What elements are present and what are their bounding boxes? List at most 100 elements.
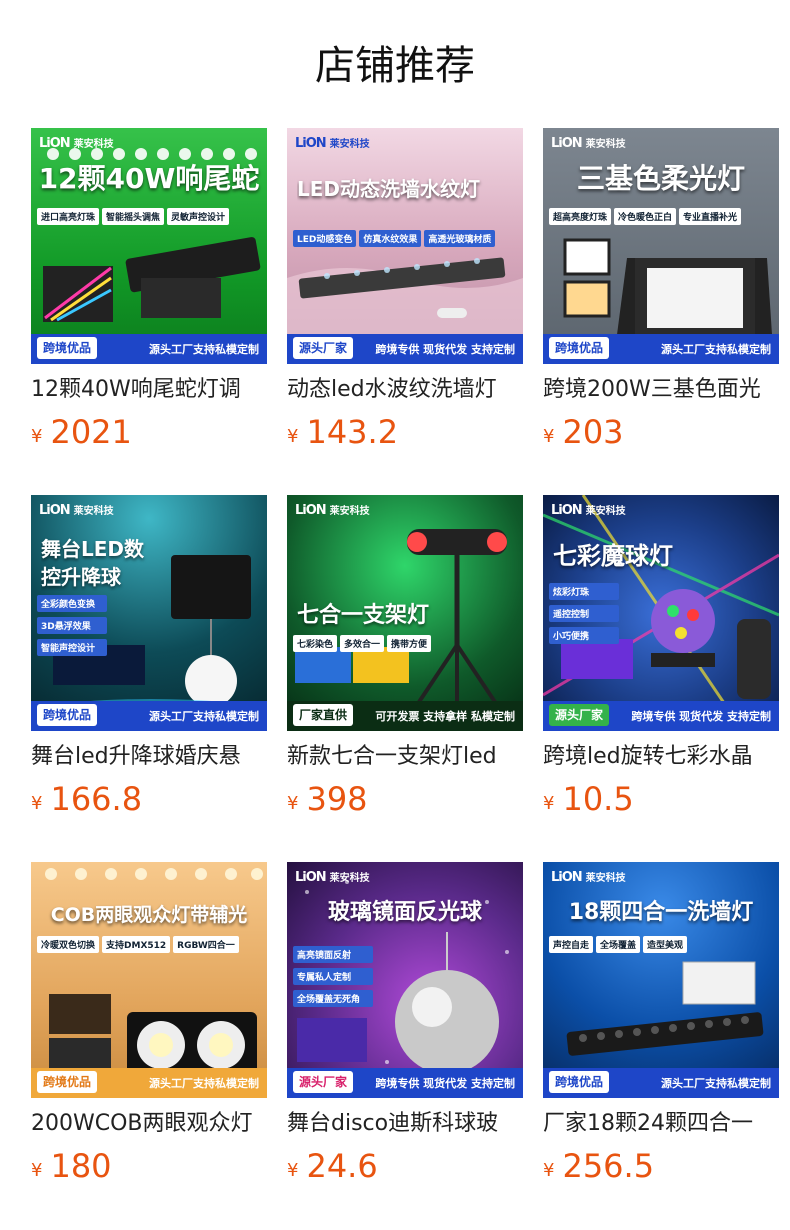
image-badge: 跨境优品 bbox=[37, 337, 98, 359]
image-tag: 全场覆盖 bbox=[596, 936, 641, 953]
image-tags: 炫彩灯珠 遥控控制 小巧便携 bbox=[549, 583, 773, 649]
product-image[interactable]: LiON 莱安科技 12颗40W响尾蛇 进口高亮灯珠 智能摇头调焦 灵敏声控设计 跨境… bbox=[31, 128, 267, 364]
product-card[interactable]: LiON 莱安科技 LED动态洗墙水纹灯 LED动感变色 仿真水纹效果 高透光玻璃材质… bbox=[287, 128, 523, 457]
image-tag: 高亮镜面反射 bbox=[293, 946, 373, 963]
image-tags: 高亮镜面反射 专属私人定制 全场覆盖无死角 bbox=[293, 946, 517, 1012]
image-headline: 七彩魔球灯 bbox=[553, 542, 673, 570]
currency-symbol: ¥ bbox=[287, 426, 299, 447]
image-tags: 进口高亮灯珠 智能摇头调焦 灵敏声控设计 bbox=[37, 208, 261, 229]
price-value: 10.5 bbox=[562, 780, 634, 818]
image-banner-text: 跨境专供 现货代发 支持定制 bbox=[375, 343, 515, 356]
brand-logo: LiON 莱安科技 bbox=[39, 503, 114, 518]
image-banner-text: 可开发票 支持拿样 私模定制 bbox=[375, 710, 515, 723]
image-tag: 专业直播补光 bbox=[679, 208, 742, 225]
product-card[interactable]: LiON 莱安科技 18颗四合一洗墙灯 声控自走 全场覆盖 造型美观 跨境优品 源头工… bbox=[543, 862, 779, 1191]
image-headline: LED动态洗墙水纹灯 bbox=[297, 177, 481, 201]
brand-logo: LiON 莱安科技 bbox=[39, 136, 114, 151]
product-image[interactable]: LiON 莱安科技 18颗四合一洗墙灯 声控自走 全场覆盖 造型美观 跨境优品 源头工… bbox=[543, 862, 779, 1098]
product-card[interactable]: COB两眼观众灯带辅光 冷暖双色切换 支持DMX512 RGBW四合一 跨境优品 源… bbox=[31, 862, 267, 1191]
brand-logo: LiON 莱安科技 bbox=[551, 136, 626, 151]
product-card[interactable]: LiON 莱安科技 三基色柔光灯 超高亮度灯珠 冷色暖色正白 专业直播补光 跨境优品 … bbox=[543, 128, 779, 457]
product-price: ¥256.5 bbox=[543, 1146, 779, 1191]
image-tag: 智能声控设计 bbox=[37, 639, 107, 656]
product-price: ¥24.6 bbox=[287, 1146, 523, 1191]
image-badge: 源头厂家 bbox=[293, 1071, 354, 1093]
image-tags: 声控自走 全场覆盖 造型美观 bbox=[549, 936, 773, 957]
product-name[interactable]: 新款七合一支架灯led bbox=[287, 741, 523, 773]
image-tag: 支持DMX512 bbox=[102, 936, 171, 953]
brand-logo: LiON 莱安科技 bbox=[295, 503, 370, 518]
product-name[interactable]: 200WCOB两眼观众灯 bbox=[31, 1108, 267, 1140]
currency-symbol: ¥ bbox=[31, 1160, 43, 1181]
product-image[interactable]: LiON 莱安科技 七彩魔球灯 炫彩灯珠 遥控控制 小巧便携 源头厂家 跨境专供 现货… bbox=[543, 495, 779, 731]
image-headline: COB两眼观众灯带辅光 bbox=[50, 904, 248, 926]
product-name[interactable]: 舞台led升降球婚庆悬 bbox=[31, 741, 267, 773]
brand-logo: LiON 莱安科技 bbox=[295, 870, 370, 885]
image-tags: 超高亮度灯珠 冷色暖色正白 专业直播补光 bbox=[549, 208, 773, 229]
price-value: 2021 bbox=[50, 413, 132, 451]
product-card[interactable]: LiON 莱安科技 12颗40W响尾蛇 进口高亮灯珠 智能摇头调焦 灵敏声控设计 跨境… bbox=[31, 128, 267, 457]
image-banner-text: 源头工厂支持私模定制 bbox=[661, 1077, 771, 1090]
price-value: 180 bbox=[50, 1147, 112, 1185]
image-banner-text: 源头工厂支持私模定制 bbox=[149, 1077, 259, 1090]
product-image[interactable]: COB两眼观众灯带辅光 冷暖双色切换 支持DMX512 RGBW四合一 跨境优品 源… bbox=[31, 862, 267, 1098]
image-headline: 七合一支架灯 bbox=[297, 603, 430, 628]
image-tag: 造型美观 bbox=[643, 936, 688, 953]
image-badge: 跨境优品 bbox=[37, 704, 98, 726]
product-card[interactable]: LiON 莱安科技 玻璃镜面反光球 高亮镜面反射 专属私人定制 全场覆盖无死角 源头厂… bbox=[287, 862, 523, 1191]
price-value: 143.2 bbox=[306, 413, 399, 451]
image-tags: LED动感变色 仿真水纹效果 高透光玻璃材质 bbox=[293, 230, 517, 251]
image-headline: 三基色柔光灯 bbox=[576, 162, 745, 195]
image-badge: 源头厂家 bbox=[549, 704, 610, 726]
image-badge: 跨境优品 bbox=[549, 337, 610, 359]
image-tags: 全彩颜色变换 3D悬浮效果 智能声控设计 bbox=[37, 595, 261, 661]
product-image[interactable]: LiON 莱安科技 三基色柔光灯 超高亮度灯珠 冷色暖色正白 专业直播补光 跨境优品 … bbox=[543, 128, 779, 364]
image-tag: 声控自走 bbox=[549, 936, 594, 953]
image-tag: 冷暖双色切换 bbox=[37, 936, 100, 953]
image-tag: 仿真水纹效果 bbox=[359, 230, 422, 247]
product-name[interactable]: 跨境200W三基色面光 bbox=[543, 374, 779, 406]
product-name[interactable]: 12颗40W响尾蛇灯调 bbox=[31, 374, 267, 406]
product-price: ¥2021 bbox=[31, 412, 267, 457]
image-tag: 全场覆盖无死角 bbox=[293, 990, 373, 1007]
product-price: ¥180 bbox=[31, 1146, 267, 1191]
image-tag: 小巧便携 bbox=[549, 627, 619, 644]
product-name[interactable]: 厂家18颗24颗四合一 bbox=[543, 1108, 779, 1140]
product-name[interactable]: 跨境led旋转七彩水晶 bbox=[543, 741, 779, 773]
image-tag: 携带方便 bbox=[387, 635, 432, 652]
image-tag: 高透光玻璃材质 bbox=[424, 230, 496, 247]
image-badge: 源头厂家 bbox=[293, 337, 354, 359]
product-image[interactable]: LiON 莱安科技 玻璃镜面反光球 高亮镜面反射 专属私人定制 全场覆盖无死角 源头厂… bbox=[287, 862, 523, 1098]
price-value: 398 bbox=[306, 780, 368, 818]
product-image[interactable]: LiON 莱安科技 LED动态洗墙水纹灯 LED动感变色 仿真水纹效果 高透光玻璃材质… bbox=[287, 128, 523, 364]
product-price: ¥398 bbox=[287, 779, 523, 824]
brand-logo: LiON 莱安科技 bbox=[295, 136, 370, 151]
image-headline: 玻璃镜面反光球 bbox=[327, 900, 482, 925]
product-price: ¥143.2 bbox=[287, 412, 523, 457]
price-value: 203 bbox=[562, 413, 624, 451]
product-card[interactable]: LiON 莱安科技 七合一支架灯 七彩染色 多效合一 携带方便 厂家直供 可开发票 支… bbox=[287, 495, 523, 824]
image-tag: 遥控控制 bbox=[549, 605, 619, 622]
product-price: ¥10.5 bbox=[543, 779, 779, 824]
currency-symbol: ¥ bbox=[31, 793, 43, 814]
image-tag: 3D悬浮效果 bbox=[37, 617, 107, 634]
product-image[interactable]: LiON 莱安科技 七合一支架灯 七彩染色 多效合一 携带方便 厂家直供 可开发票 支… bbox=[287, 495, 523, 731]
image-tag: 多效合一 bbox=[340, 635, 385, 652]
brand-logo: LiON 莱安科技 bbox=[551, 503, 626, 518]
product-image[interactable]: LiON 莱安科技 舞台LED数控升降球 全彩颜色变换 3D悬浮效果 智能声控设计 跨… bbox=[31, 495, 267, 731]
image-badge: 跨境优品 bbox=[549, 1071, 610, 1093]
image-headline: 舞台LED数控升降球 bbox=[41, 537, 145, 589]
product-price: ¥203 bbox=[543, 412, 779, 457]
product-card[interactable]: LiON 莱安科技 舞台LED数控升降球 全彩颜色变换 3D悬浮效果 智能声控设计 跨… bbox=[31, 495, 267, 824]
currency-symbol: ¥ bbox=[287, 793, 299, 814]
product-card[interactable]: LiON 莱安科技 七彩魔球灯 炫彩灯珠 遥控控制 小巧便携 源头厂家 跨境专供 现货… bbox=[543, 495, 779, 824]
product-name[interactable]: 动态led水波纹洗墙灯 bbox=[287, 374, 523, 406]
price-value: 256.5 bbox=[562, 1147, 655, 1185]
currency-symbol: ¥ bbox=[287, 1160, 299, 1181]
image-tag: 七彩染色 bbox=[293, 635, 338, 652]
image-badge: 厂家直供 bbox=[293, 704, 354, 726]
image-tag: 全彩颜色变换 bbox=[37, 595, 107, 612]
image-banner-text: 跨境专供 现货代发 支持定制 bbox=[375, 1077, 515, 1090]
product-name[interactable]: 舞台disco迪斯科球玻 bbox=[287, 1108, 523, 1140]
image-tag: 灵敏声控设计 bbox=[167, 208, 230, 225]
